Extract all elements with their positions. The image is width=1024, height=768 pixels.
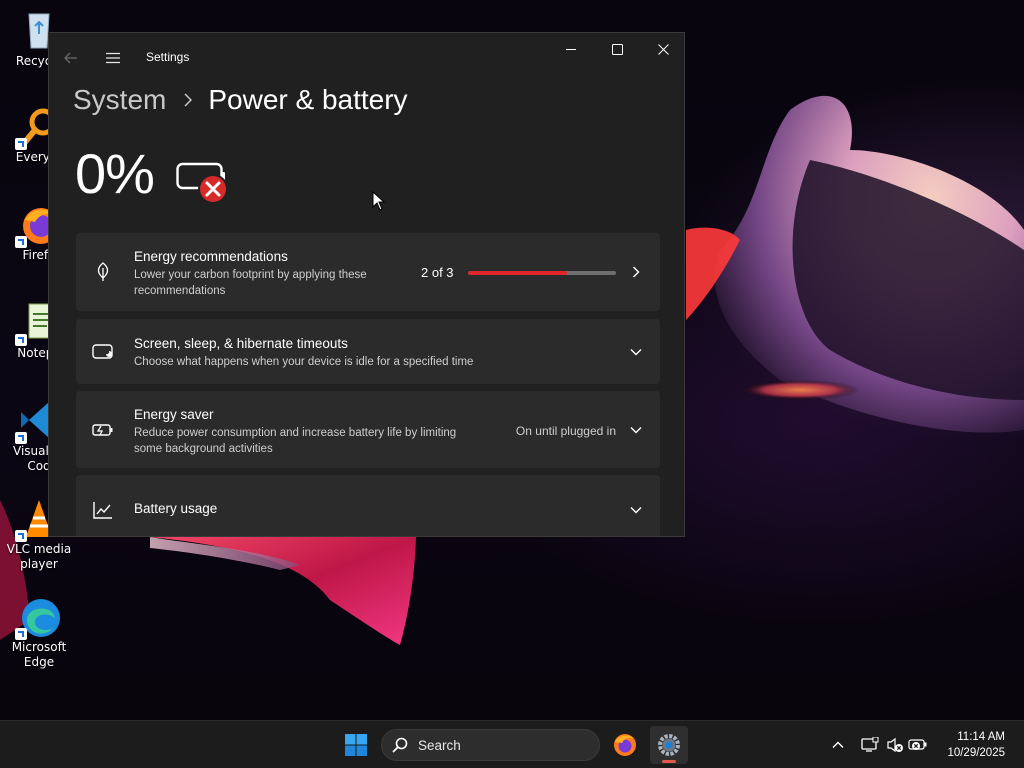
shortcut-arrow-icon [15, 530, 27, 542]
page-title: Power & battery [208, 84, 408, 115]
battery-usage-card[interactable]: Battery usage [76, 475, 660, 536]
firefox-icon [614, 734, 636, 756]
close-button[interactable] [640, 33, 684, 65]
taskbar-search-box[interactable]: Search [381, 729, 600, 761]
chevron-down-icon [628, 344, 644, 360]
hamburger-menu-icon [106, 52, 120, 64]
recommendations-progress-text: 2 of 3 [421, 265, 454, 280]
volume-status-button[interactable] [885, 735, 905, 755]
app-title: Settings [146, 50, 190, 64]
energy-saver-card[interactable]: Energy saver Reduce power consumption an… [76, 391, 660, 468]
edge-icon [15, 594, 61, 640]
card-description-line: recommendations [134, 285, 226, 297]
clock-date: 10/29/2025 [947, 747, 1005, 759]
settings-window: Settings System Power & battery 0% Energ… [48, 32, 685, 537]
desktop-icon-label: player [20, 557, 58, 571]
shortcut-arrow-icon [15, 628, 27, 640]
shortcut-arrow-icon [15, 236, 27, 248]
shortcut-arrow-icon [15, 334, 27, 346]
progress-fill [468, 271, 567, 275]
clock-time: 11:14 AM [957, 731, 1005, 743]
card-description-line: Lower your carbon footprint by applying … [134, 269, 367, 281]
maximize-icon [611, 43, 623, 55]
card-description: Reduce power consumption and increase ba… [134, 425, 456, 457]
system-clock[interactable]: 11:14 AM 10/29/2025 [947, 729, 1005, 761]
screen-sleep-icon [92, 341, 114, 363]
taskbar-settings[interactable] [650, 726, 688, 764]
start-button[interactable] [340, 730, 372, 760]
shortcut-arrow-icon [15, 432, 27, 444]
back-button[interactable] [59, 47, 83, 69]
card-description-line: Reduce power consumption and increase ba… [134, 427, 457, 439]
card-title: Battery usage [134, 501, 218, 516]
card-title: Screen, sleep, & hibernate timeouts [134, 336, 348, 351]
desktop-icon-label: VLC media [6, 542, 72, 556]
energy-saver-status: On until plugged in [515, 424, 616, 438]
show-hidden-icons-button[interactable] [828, 735, 848, 755]
shortcut-arrow-icon [15, 138, 27, 150]
screen-sleep-timeouts-card[interactable]: Screen, sleep, & hibernate timeouts Choo… [76, 319, 660, 384]
leaf-icon [92, 261, 114, 283]
chevron-down-icon [628, 422, 644, 438]
battery-percentage: 0% [75, 142, 155, 205]
chevron-right-icon [628, 264, 644, 280]
desktop-icon-edge[interactable]: Microsoft Edge [0, 594, 78, 670]
energy-saver-battery-icon [92, 419, 114, 441]
network-icon [861, 737, 879, 752]
card-description: Choose what happens when your device is … [134, 356, 474, 368]
breadcrumb: System Power & battery [73, 80, 408, 120]
search-placeholder: Search [418, 738, 461, 753]
back-arrow-icon [64, 52, 77, 64]
active-app-indicator [662, 760, 676, 763]
chevron-up-icon [832, 741, 844, 748]
battery-error-icon [908, 739, 927, 750]
mouse-cursor-icon [372, 190, 386, 211]
navigation-menu-button[interactable] [101, 47, 125, 69]
settings-gear-icon [658, 734, 680, 756]
chevron-down-icon [628, 502, 644, 518]
chevron-right-icon [184, 93, 193, 107]
card-description-line: some background activities [134, 443, 273, 455]
network-status-button[interactable] [860, 735, 880, 755]
chart-line-icon [92, 499, 114, 521]
recommendations-progress-bar [468, 271, 616, 275]
breadcrumb-system-link[interactable]: System [73, 84, 166, 116]
energy-recommendations-card[interactable]: Energy recommendations Lower your carbon… [76, 233, 660, 311]
maximize-button[interactable] [594, 33, 640, 65]
title-bar[interactable]: Settings [49, 33, 684, 81]
card-title: Energy recommendations [134, 249, 288, 264]
close-icon [657, 43, 669, 55]
desktop-icon-label: Edge [23, 655, 55, 669]
minimize-button[interactable] [548, 33, 594, 65]
taskbar: Search 11:14 AM 10/29/2025 [0, 720, 1024, 768]
desktop-icon-label: Microsoft [11, 640, 67, 654]
search-icon [392, 737, 408, 753]
volume-muted-icon [887, 737, 903, 753]
battery-error-icon [176, 161, 232, 209]
windows-logo-icon [345, 734, 367, 756]
taskbar-firefox[interactable] [606, 726, 644, 764]
minimize-icon [565, 48, 576, 50]
battery-status-button[interactable] [908, 735, 928, 755]
card-description: Lower your carbon footprint by applying … [134, 267, 367, 299]
card-title: Energy saver [134, 407, 214, 422]
